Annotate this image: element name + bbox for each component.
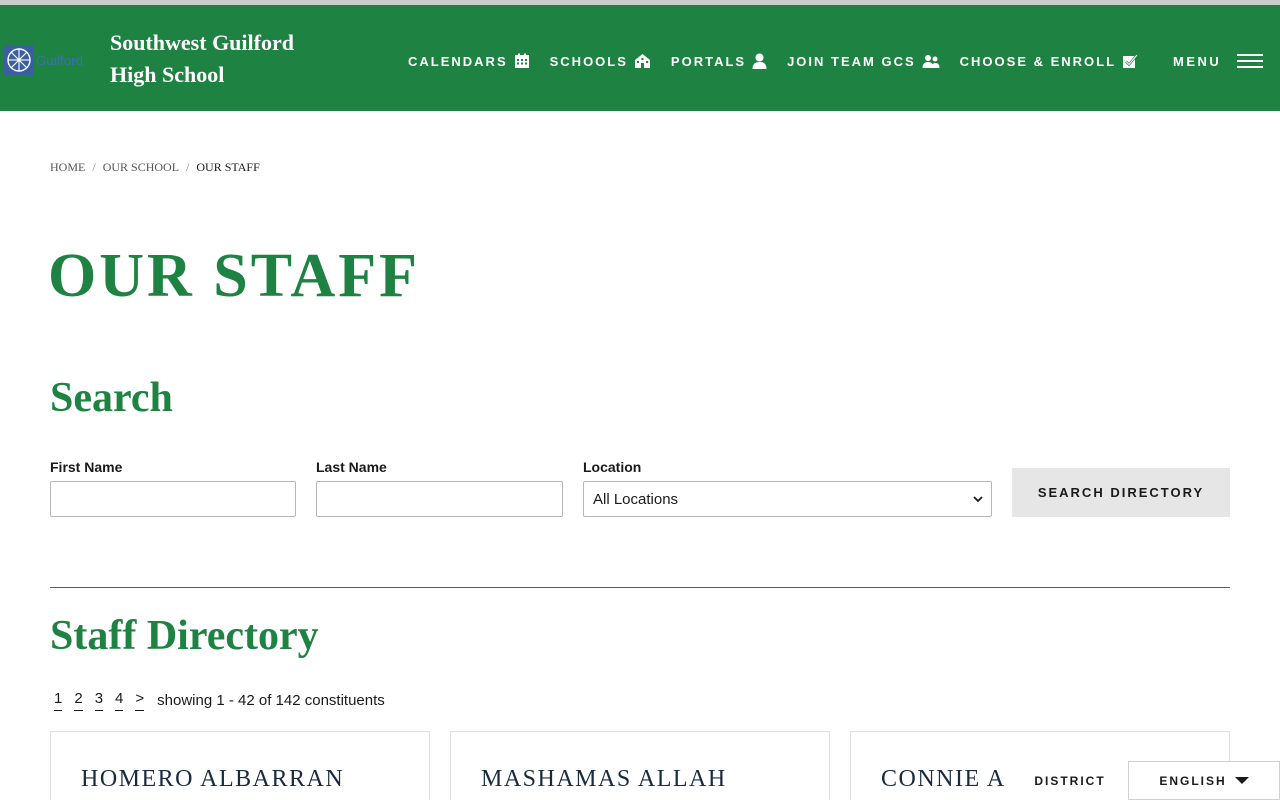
breadcrumb-current: OUR STAFF (196, 160, 260, 174)
location-select[interactable]: All Locations (583, 481, 992, 517)
nav-choose-enroll[interactable]: CHOOSE & ENROLL (960, 50, 1138, 72)
caret-down-icon (1234, 776, 1249, 784)
nav-join-team-gcs-label: JOIN TEAM GCS (787, 53, 916, 69)
menu-button[interactable]: MENU (1173, 50, 1264, 72)
staff-directory-heading: Staff Directory (50, 613, 319, 659)
page-link-1[interactable]: 1 (54, 690, 63, 711)
page-link-next[interactable]: > (135, 690, 145, 711)
page-title: OUR STAFF (48, 242, 421, 310)
staff-card-name: CONNIE A (881, 766, 1006, 792)
pagination: 1 2 3 4 > showing 1 - 42 of 142 constitu… (54, 690, 385, 711)
district-logo-icon (4, 45, 34, 75)
breadcrumb-separator: / (92, 160, 96, 174)
last-name-label: Last Name (316, 459, 387, 475)
results-count: showing 1 - 42 of 142 constituents (157, 692, 385, 709)
nav-schools[interactable]: SCHOOLS (550, 50, 651, 72)
nav-portals-label: PORTALS (670, 53, 747, 69)
breadcrumb-separator: / (186, 160, 190, 174)
school-building-icon (634, 54, 650, 68)
main-nav: CALENDARS SCHOOLS PORTALS JOIN TEAM GCS … (408, 50, 1158, 72)
search-heading: Search (50, 375, 173, 421)
menu-label: MENU (1173, 53, 1222, 69)
page-link-2[interactable]: 2 (74, 690, 83, 711)
first-name-input[interactable] (50, 481, 296, 517)
search-directory-button[interactable]: SEARCH DIRECTORY (1012, 468, 1230, 517)
breadcrumb-our-school[interactable]: OUR SCHOOL (103, 160, 179, 175)
nav-choose-enroll-label: CHOOSE & ENROLL (959, 53, 1117, 69)
page-link-3[interactable]: 3 (94, 690, 104, 711)
nav-join-team-gcs[interactable]: JOIN TEAM GCS (787, 50, 940, 72)
chevron-down-icon (973, 495, 983, 502)
language-bar: DISTRICT ENGLISH (1012, 761, 1280, 800)
location-selected-value: All Locations (593, 490, 679, 508)
nav-schools-label: SCHOOLS (549, 53, 628, 69)
calendar-icon (514, 53, 529, 68)
page-link-4[interactable]: 4 (115, 690, 124, 711)
last-name-input[interactable] (316, 481, 563, 517)
staff-card-name: MASHAMAS ALLAH (481, 766, 727, 792)
district-button[interactable]: DISTRICT (1012, 761, 1128, 800)
staff-card[interactable]: MASHAMAS ALLAH (450, 731, 830, 800)
hamburger-icon (1237, 54, 1264, 68)
nav-portals[interactable]: PORTALS (671, 50, 767, 72)
logo-text: Guilford (36, 52, 84, 68)
school-name-line2: High School (110, 62, 225, 87)
language-label: ENGLISH (1159, 773, 1227, 788)
nav-calendars-label: CALENDARS (408, 53, 508, 69)
staff-card[interactable]: HOMERO ALBARRAN (50, 731, 430, 800)
site-header: Guilford Southwest Guilford High School … (0, 5, 1280, 111)
school-name-line1: Southwest Guilford (110, 30, 294, 55)
school-name[interactable]: Southwest Guilford High School (110, 27, 340, 91)
breadcrumb-home[interactable]: HOME (50, 160, 85, 175)
users-icon (922, 55, 940, 68)
breadcrumb: HOME / OUR SCHOOL / OUR STAFF (50, 160, 260, 175)
language-selector[interactable]: ENGLISH (1128, 761, 1280, 800)
staff-card-name: HOMERO ALBARRAN (81, 766, 345, 792)
nav-calendars[interactable]: CALENDARS (408, 50, 530, 72)
section-divider (50, 587, 1230, 588)
user-icon (752, 53, 767, 69)
first-name-label: First Name (50, 459, 123, 475)
district-logo[interactable]: Guilford (4, 43, 96, 77)
checkbox-icon (1123, 54, 1138, 68)
location-label: Location (583, 459, 642, 475)
